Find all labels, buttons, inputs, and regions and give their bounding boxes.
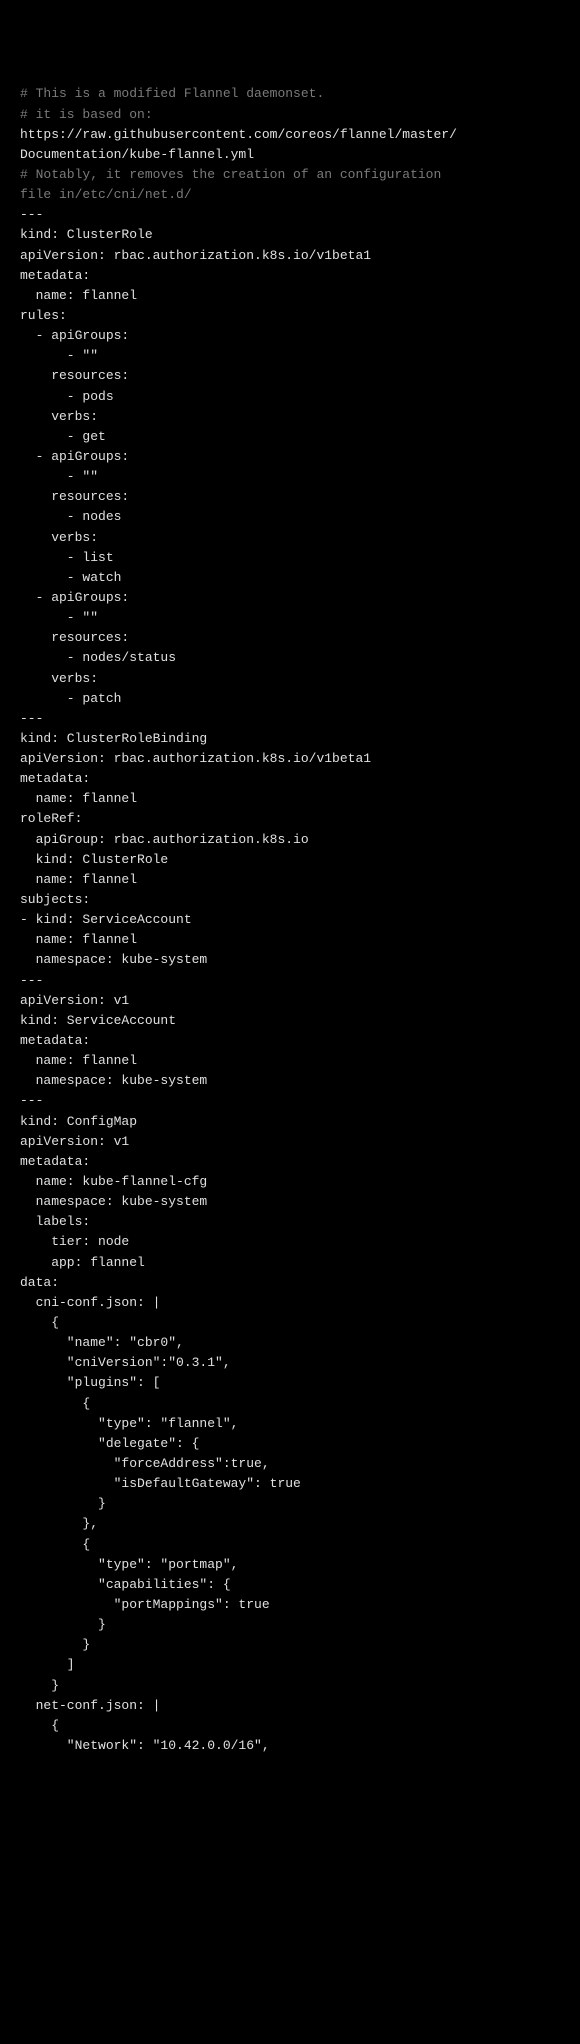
code-line: namespace: kube-system: [20, 1194, 207, 1209]
code-line: - "": [20, 348, 98, 363]
code-line: https://raw.githubusercontent.com/coreos…: [20, 127, 457, 162]
code-line: metadata:: [20, 771, 90, 786]
code-line: - nodes: [20, 509, 121, 524]
code-line: ---: [20, 973, 43, 988]
code-line: },: [20, 1516, 98, 1531]
code-line: - apiGroups:: [20, 590, 129, 605]
yaml-document: # This is a modified Flannel daemonset. …: [20, 84, 560, 1756]
code-line: ---: [20, 1093, 43, 1108]
code-line: name: flannel: [20, 791, 137, 806]
code-line: "capabilities": {: [20, 1577, 231, 1592]
code-line: "cniVersion":"0.3.1",: [20, 1355, 231, 1370]
code-line: # it is based on:: [20, 107, 153, 122]
code-line: ---: [20, 207, 43, 222]
code-line: name: flannel: [20, 288, 137, 303]
code-line: kind: ClusterRole: [20, 852, 168, 867]
code-line: - "": [20, 469, 98, 484]
code-line: # This is a modified Flannel daemonset.: [20, 86, 324, 101]
code-line: ]: [20, 1657, 75, 1672]
code-line: {: [20, 1537, 90, 1552]
code-line: metadata:: [20, 1033, 90, 1048]
code-line: name: flannel: [20, 872, 137, 887]
code-line: metadata:: [20, 1154, 90, 1169]
code-line: "portMappings": true: [20, 1597, 270, 1612]
code-line: - get: [20, 429, 106, 444]
code-line: "plugins": [: [20, 1375, 160, 1390]
code-line: apiVersion: rbac.authorization.k8s.io/v1…: [20, 248, 371, 263]
code-line: apiVersion: v1: [20, 993, 129, 1008]
code-line: metadata:: [20, 268, 90, 283]
code-line: {: [20, 1718, 59, 1733]
code-line: - watch: [20, 570, 121, 585]
code-line: - "": [20, 610, 98, 625]
code-line: verbs:: [20, 671, 98, 686]
code-line: - kind: ServiceAccount: [20, 912, 192, 927]
code-line: cni-conf.json: |: [20, 1295, 160, 1310]
code-line: rules:: [20, 308, 67, 323]
code-line: }: [20, 1496, 106, 1511]
code-line: - apiGroups:: [20, 449, 129, 464]
code-line: "delegate": {: [20, 1436, 199, 1451]
code-line: }: [20, 1678, 59, 1693]
code-line: "isDefaultGateway": true: [20, 1476, 301, 1491]
code-line: name: flannel: [20, 1053, 137, 1068]
code-line: }: [20, 1617, 106, 1632]
code-line: {: [20, 1396, 90, 1411]
code-line: kind: ConfigMap: [20, 1114, 137, 1129]
code-line: name: flannel: [20, 932, 137, 947]
code-line: "type": "flannel",: [20, 1416, 238, 1431]
code-line: tier: node: [20, 1234, 129, 1249]
code-line: resources:: [20, 630, 129, 645]
code-line: subjects:: [20, 892, 90, 907]
code-line: "Network": "10.42.0.0/16",: [20, 1738, 270, 1753]
code-line: app: flannel: [20, 1255, 145, 1270]
code-line: }: [20, 1637, 90, 1652]
code-line: {: [20, 1315, 59, 1330]
code-line: - pods: [20, 389, 114, 404]
code-line: verbs:: [20, 530, 98, 545]
code-line: resources:: [20, 368, 129, 383]
code-line: ---: [20, 711, 43, 726]
code-line: kind: ClusterRole: [20, 227, 153, 242]
code-line: labels:: [20, 1214, 90, 1229]
code-line: name: kube-flannel-cfg: [20, 1174, 207, 1189]
code-line: namespace: kube-system: [20, 1073, 207, 1088]
code-line: "type": "portmap",: [20, 1557, 238, 1572]
code-line: - list: [20, 550, 114, 565]
code-line: roleRef:: [20, 811, 82, 826]
code-line: verbs:: [20, 409, 98, 424]
code-line: - apiGroups:: [20, 328, 129, 343]
code-line: - nodes/status: [20, 650, 176, 665]
code-line: resources:: [20, 489, 129, 504]
code-line: apiVersion: rbac.authorization.k8s.io/v1…: [20, 751, 371, 766]
code-line: - patch: [20, 691, 121, 706]
code-line: apiGroup: rbac.authorization.k8s.io: [20, 832, 309, 847]
code-line: "forceAddress":true,: [20, 1456, 270, 1471]
code-line: namespace: kube-system: [20, 952, 207, 967]
code-line: data:: [20, 1275, 59, 1290]
code-line: net-conf.json: |: [20, 1698, 160, 1713]
code-line: apiVersion: v1: [20, 1134, 129, 1149]
code-line: # Notably, it removes the creation of an…: [20, 167, 441, 202]
code-line: kind: ServiceAccount: [20, 1013, 176, 1028]
code-line: kind: ClusterRoleBinding: [20, 731, 207, 746]
code-line: "name": "cbr0",: [20, 1335, 184, 1350]
